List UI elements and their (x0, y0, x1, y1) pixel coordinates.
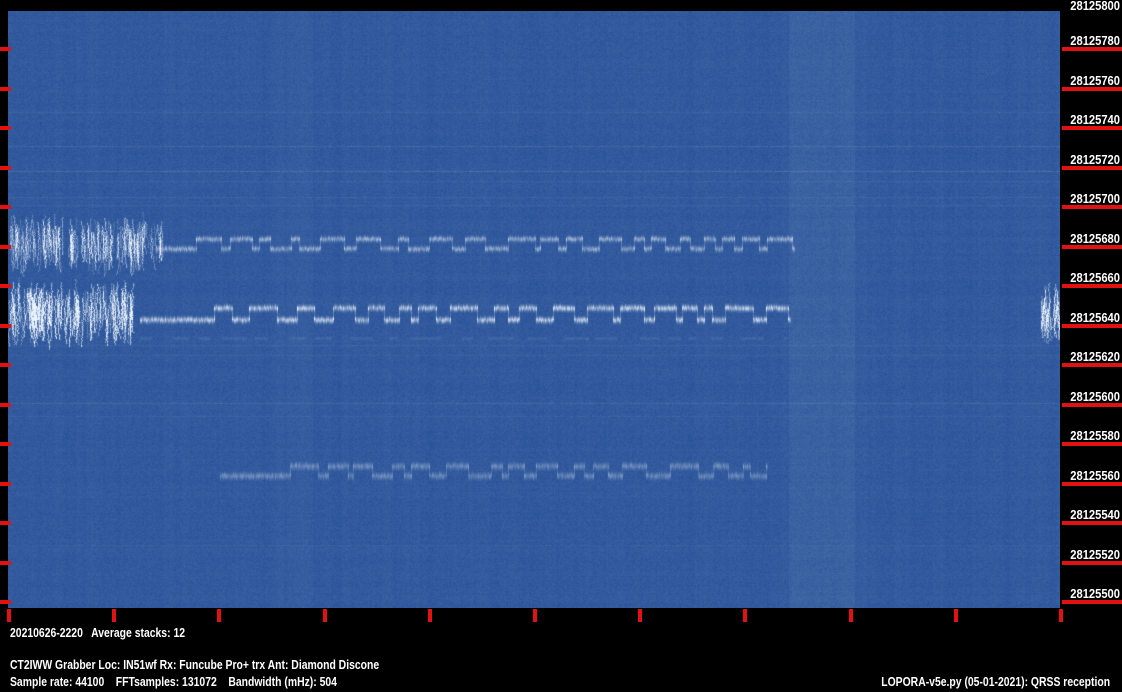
freq-tick-left (0, 481, 11, 486)
freq-tick-left (0, 86, 11, 91)
freq-tick-right (1062, 47, 1122, 51)
freq-tick-right (1062, 126, 1122, 130)
time-tick (953, 609, 958, 622)
time-tick (1059, 609, 1063, 622)
freq-label-28125700: 28125700 (1070, 191, 1120, 206)
time-tick (848, 609, 853, 622)
station-info-text: CT2IWW Grabber Loc: IN51wf Rx: Funcube P… (10, 657, 380, 672)
freq-label-28125680: 28125680 (1070, 230, 1120, 246)
freq-tick-right (1062, 86, 1122, 91)
freq-tick-left (0, 244, 11, 249)
freq-tick-right (1062, 402, 1122, 407)
time-tick (533, 609, 537, 622)
freq-label-28125760: 28125760 (1070, 72, 1120, 88)
freq-tick-right (1062, 600, 1122, 604)
freq-tick-right (1062, 284, 1122, 288)
freq-label-28125640: 28125640 (1070, 309, 1120, 325)
freq-label-28125780: 28125780 (1070, 33, 1120, 48)
freq-tick-left (0, 47, 11, 51)
freq-tick-left (0, 323, 11, 328)
receiver-settings-text: Sample rate: 44100 FFTsamples: 131072 Ba… (10, 674, 337, 689)
timestamp-and-stacks-text: 20210626-2220 Average stacks: 12 (10, 625, 186, 640)
time-tick (322, 609, 327, 622)
time-tick (112, 609, 117, 622)
time-tick (427, 609, 432, 622)
freq-tick-left (0, 600, 11, 604)
freq-tick-right (1062, 205, 1122, 209)
freq-tick-right (1062, 560, 1122, 565)
qrss-grabber-screen: 28125800 28125780 28125760 28125740 28125720… (0, 0, 1122, 692)
freq-label-28125560: 28125560 (1070, 467, 1120, 483)
freq-tick-right (1062, 323, 1122, 328)
time-tick (217, 609, 222, 622)
spectrogram-waterfall (8, 11, 1060, 608)
freq-label-28125580: 28125580 (1070, 428, 1120, 443)
freq-label-28125720: 28125720 (1070, 151, 1120, 167)
time-tick (638, 609, 643, 622)
freq-tick-left (0, 205, 11, 209)
time-tick (743, 609, 748, 622)
software-version-text: LOPORA-v5e.py (05-01-2021): QRSS recepti… (881, 674, 1110, 689)
freq-tick-left (0, 560, 11, 565)
freq-tick-left (0, 284, 11, 288)
freq-label-28125540: 28125540 (1070, 507, 1120, 522)
freq-tick-left (0, 126, 11, 130)
freq-tick-left (0, 363, 11, 367)
freq-tick-right (1062, 165, 1122, 170)
freq-tick-right (1062, 244, 1122, 249)
freq-tick-right (1062, 363, 1122, 367)
freq-label-28125600: 28125600 (1070, 388, 1120, 404)
freq-tick-left (0, 521, 11, 525)
freq-label-28125500: 28125500 (1070, 586, 1120, 601)
freq-tick-left (0, 402, 11, 407)
freq-tick-right (1062, 481, 1122, 486)
freq-tick-left (0, 165, 11, 170)
freq-label-28125740: 28125740 (1070, 112, 1120, 127)
time-tick (7, 609, 11, 622)
freq-label-28125520: 28125520 (1070, 546, 1120, 562)
freq-tick-right (1062, 442, 1122, 446)
freq-tick-right (1062, 521, 1122, 525)
freq-tick-left (0, 442, 11, 446)
freq-label-28125660: 28125660 (1070, 270, 1120, 285)
freq-label-28125620: 28125620 (1070, 349, 1120, 364)
freq-label-28125800: 28125800 (1070, 0, 1120, 13)
